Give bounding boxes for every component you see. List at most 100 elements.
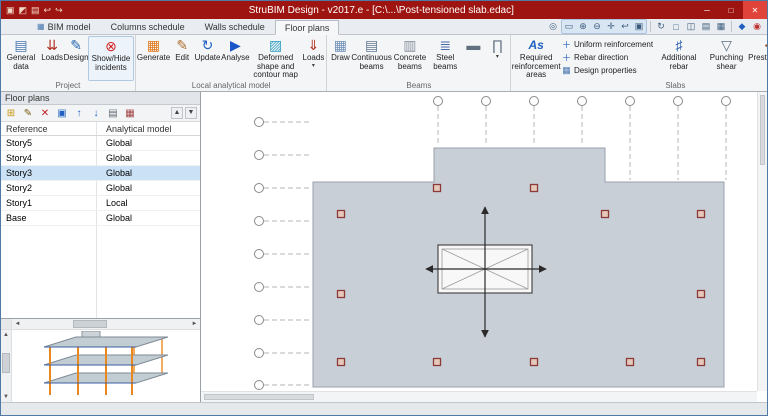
table-row[interactable]: Story4 Global [1, 151, 200, 166]
group-label-project: Project [2, 81, 134, 91]
punching-shear-button[interactable]: ▽ Punching shear [703, 36, 751, 81]
layers-icon[interactable]: ▤ [699, 20, 713, 33]
generate-button[interactable]: ▦ Generate [137, 36, 170, 81]
previous-view-icon[interactable]: ↩ [618, 20, 632, 33]
tab-bim-model[interactable]: ▦ BIM model [27, 19, 101, 34]
concrete-beams-button[interactable]: ▥ Concrete beams [391, 36, 429, 81]
punching-shear-icon: ▽ [721, 37, 732, 54]
deformed-shape-button[interactable]: ▨ Deformed shape and contour map [250, 36, 301, 81]
canvas-vertical-scrollbar[interactable] [757, 92, 767, 391]
zoom-in-icon[interactable]: ⊕ [576, 20, 590, 33]
prestressed-icon: ⊲ [764, 37, 767, 54]
analyse-icon: ▶ [230, 37, 241, 54]
copy-floor-icon[interactable]: ▣ [55, 107, 69, 120]
maximize-button[interactable]: □ [719, 1, 743, 19]
scroll-thumb[interactable] [204, 394, 314, 400]
beam-section-icon: ▬ [466, 37, 480, 54]
text-display-icon[interactable]: ▦ [714, 20, 728, 33]
scroll-right-icon[interactable]: ► [189, 319, 200, 329]
edit-button[interactable]: ✎ Edit [170, 36, 194, 81]
generate-icon: ▦ [147, 37, 160, 54]
table-row[interactable]: Base Global [1, 211, 200, 226]
table-header-row: Reference Analytical model [1, 122, 200, 136]
zoom-out-icon[interactable]: ⊖ [590, 20, 604, 33]
minimize-button[interactable]: ─ [695, 1, 719, 19]
beam-section-button[interactable]: ▬ [461, 36, 485, 81]
move-down-icon[interactable]: ↓ [89, 107, 103, 120]
table-icon[interactable]: ▦ [123, 107, 137, 120]
local-loads-button[interactable]: ⇓ Loads ▾ [301, 36, 325, 81]
rotate-horizontal-scrollbar[interactable]: ◄ ► [12, 319, 200, 330]
ribbon-tab-bar: ▦ BIM model Columns schedule Walls sched… [1, 19, 767, 35]
tab-columns-schedule[interactable]: Columns schedule [101, 19, 195, 34]
undo-icon[interactable]: ↩ [44, 3, 52, 17]
contour-map-icon: ▨ [269, 37, 282, 54]
window-frame-icon[interactable]: □ [669, 20, 683, 33]
sort-up-icon[interactable]: ▲ [171, 107, 183, 119]
table-row-selected[interactable]: Story3 Global [1, 166, 200, 181]
table-row[interactable]: Story5 Global [1, 136, 200, 151]
show-hide-incidents-button[interactable]: ⊗ Show/Hide incidents [88, 36, 134, 81]
split-view-icon[interactable]: ◫ [684, 20, 698, 33]
edit-floor-icon[interactable]: ✎ [21, 107, 35, 120]
table-row[interactable]: Story1 Local [1, 196, 200, 211]
local-loads-icon: ⇓ [308, 37, 320, 54]
full-view-icon[interactable]: ▣ [632, 20, 646, 33]
app-icon[interactable]: ▣ [6, 3, 15, 17]
redo-icon[interactable]: ↪ [55, 3, 63, 17]
search-icon[interactable]: ◎ [546, 20, 560, 33]
uniform-reinforcement-icon: ＋ [562, 38, 571, 51]
column-header-analytical-model: Analytical model [96, 122, 200, 135]
beam-options-button[interactable]: ∏ ▾ [485, 36, 509, 81]
zoom-window-icon[interactable]: ▭ [562, 20, 576, 33]
table-row[interactable]: Story2 Global [1, 181, 200, 196]
scroll-down-icon[interactable]: ▼ [1, 392, 12, 402]
draw-beam-button[interactable]: ▦ Draw [328, 36, 352, 81]
dropdown-caret-icon: ▾ [312, 63, 315, 69]
main-area: Floor plans ⊞ ✎ ✕ ▣ ↑ ↓ ▤ ▦ ▲ ▼ Referenc… [1, 92, 767, 402]
uniform-reinforcement-item[interactable]: ＋ Uniform reinforcement [562, 39, 653, 50]
scroll-thumb[interactable] [73, 320, 107, 328]
steel-beams-button[interactable]: ≣ Steel beams [429, 36, 461, 81]
update-button[interactable]: ↻ Update [194, 36, 221, 81]
tab-floor-plans[interactable]: Floor plans [275, 20, 340, 35]
additional-rebar-button[interactable]: ♯ Additional rebar [655, 36, 703, 81]
add-floor-icon[interactable]: ⊞ [4, 107, 18, 120]
close-button[interactable]: ✕ [743, 1, 767, 19]
continuous-beams-button[interactable]: ▤ Continuous beams [352, 36, 390, 81]
delete-floor-icon[interactable]: ✕ [38, 107, 52, 120]
scroll-left-icon[interactable]: ◄ [12, 319, 23, 329]
render-icon[interactable]: ◆ [735, 20, 749, 33]
plan-canvas[interactable] [201, 92, 767, 402]
status-bar [1, 402, 767, 415]
scroll-thumb[interactable] [2, 353, 10, 373]
loads-button[interactable]: ⇊ Loads [40, 36, 64, 81]
design-button[interactable]: ✎ Design [64, 36, 88, 81]
rebar-direction-item[interactable]: ＋ Rebar direction [562, 52, 653, 63]
scroll-up-icon[interactable]: ▲ [1, 330, 12, 340]
building-3d-drawing [16, 331, 196, 401]
analyse-button[interactable]: ▶ Analyse [221, 36, 250, 81]
scroll-thumb[interactable] [760, 95, 765, 165]
design-properties-item[interactable]: ▦ Design properties [562, 65, 653, 76]
required-reinforcement-button[interactable]: As Required reinforcement areas [512, 36, 560, 81]
toolbar-separator [731, 21, 732, 32]
redraw-icon[interactable]: ↻ [654, 20, 668, 33]
ribbon-group-beams: ▦ Draw ▤ Continuous beams ▥ Concrete bea… [327, 35, 511, 91]
cype-logo-icon[interactable]: ◉ [750, 20, 764, 33]
rotate-vertical-scrollbar[interactable]: ▲ ▼ [1, 330, 12, 402]
print-icon[interactable]: ▤ [31, 3, 40, 17]
report-icon[interactable]: ▤ [106, 107, 120, 120]
ribbon-group-local-model: ▦ Generate ✎ Edit ↻ Update ▶ Analyse ▨ [136, 35, 328, 91]
prestressed-button[interactable]: ⊲ Prestressed [750, 36, 767, 81]
move-up-icon[interactable]: ↑ [72, 107, 86, 120]
design-properties-icon: ▦ [562, 65, 571, 76]
sort-down-icon[interactable]: ▼ [185, 107, 197, 119]
tab-walls-schedule[interactable]: Walls schedule [195, 19, 275, 34]
model-3d-view[interactable] [12, 330, 200, 402]
steel-beams-icon: ≣ [439, 37, 451, 54]
save-icon[interactable]: ◩ [19, 3, 28, 17]
pan-icon[interactable]: ✛ [604, 20, 618, 33]
general-data-button[interactable]: ▤ General data [2, 36, 40, 81]
canvas-horizontal-scrollbar[interactable] [201, 391, 757, 402]
